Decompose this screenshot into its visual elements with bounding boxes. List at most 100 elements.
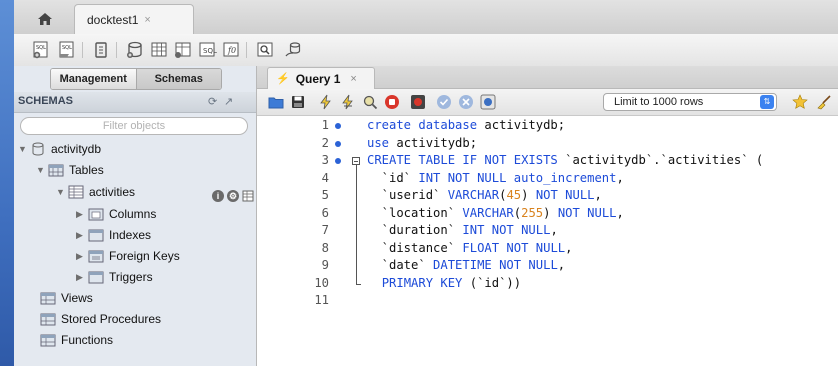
beautify-button[interactable] (815, 93, 833, 111)
line-number: 11 (314, 293, 329, 307)
tree-item-foreign-keys[interactable]: ▶ Foreign Keys (76, 246, 180, 266)
statement-marker-icon (335, 140, 341, 147)
sql-keyword: create database (367, 118, 478, 132)
table-data-icon[interactable] (242, 190, 254, 205)
disclosure-open-icon[interactable]: ▼ (36, 165, 46, 175)
lightning-icon (320, 94, 331, 110)
triggers-folder-icon (88, 270, 104, 284)
star-icon (792, 94, 808, 109)
tree-item-triggers[interactable]: ▶ Triggers (76, 267, 153, 287)
close-icon[interactable]: × (144, 14, 150, 26)
search-table-data-button[interactable] (254, 39, 276, 61)
commit-button[interactable] (435, 93, 453, 111)
sql-keyword: VARCHAR (447, 188, 500, 202)
disclosure-open-icon[interactable]: ▼ (18, 144, 28, 154)
code-line[interactable]: CREATE TABLE IF NOT EXISTS `activitydb`.… (367, 153, 763, 167)
open-sql-file-button[interactable]: SQL (56, 39, 78, 61)
sql-text: ) (543, 205, 558, 220)
schema-filter-input[interactable]: Filter objects (20, 117, 248, 135)
tree-item-schema[interactable]: ▼ activitydb (18, 139, 101, 159)
save-button[interactable] (289, 93, 307, 111)
create-view-button[interactable] (172, 39, 194, 61)
disclosure-closed-icon[interactable]: ▶ (76, 209, 86, 220)
code-line[interactable]: PRIMARY KEY (`id`)) (367, 276, 521, 290)
info-icon[interactable]: i (212, 190, 224, 202)
stored-procedures-folder-icon (40, 312, 56, 326)
rollback-button[interactable] (457, 93, 475, 111)
broom-icon (817, 95, 831, 110)
navigator-segmented-control: Management Schemas (50, 68, 222, 90)
create-table-button[interactable] (148, 39, 170, 61)
sql-keyword: use (367, 135, 390, 150)
sql-text: , (550, 223, 558, 237)
code-line[interactable]: `distance` FLOAT NOT NULL, (367, 240, 573, 255)
open-sql-file-icon: SQL (59, 41, 74, 58)
reconnect-button[interactable] (282, 39, 304, 61)
disclosure-closed-icon[interactable]: ▶ (76, 251, 86, 262)
new-sql-tab-button[interactable]: SQL (30, 39, 52, 61)
sql-keyword: FLOAT NOT NULL (462, 240, 566, 255)
connection-tab-label: docktest1 (87, 12, 139, 27)
line-number: 2 (321, 135, 329, 150)
add-snippet-button[interactable] (791, 93, 809, 111)
open-file-button[interactable] (267, 93, 285, 111)
sql-editor[interactable]: 1 2 3 4 5 6 7 8 9 10 11 create database activitydb… (257, 116, 838, 366)
home-button[interactable] (30, 8, 60, 30)
management-tab[interactable]: Management (51, 69, 136, 89)
code-line[interactable]: `date` DATETIME NOT NULL, (367, 258, 565, 272)
refresh-icon[interactable]: ⟳ (208, 95, 217, 108)
explain-button[interactable] (361, 93, 379, 111)
tree-item-views[interactable]: Views (38, 288, 93, 308)
tree-item-functions[interactable]: Functions (38, 330, 113, 350)
functions-label: Functions (61, 333, 114, 347)
execute-current-button[interactable] (339, 93, 357, 111)
code-line[interactable]: `userid` VARCHAR(45) NOT NULL, (367, 188, 602, 202)
svg-text:SQL: SQL (36, 45, 46, 51)
close-icon[interactable]: × (350, 73, 356, 85)
code-line[interactable]: `duration` INT NOT NULL, (367, 223, 558, 237)
code-line[interactable]: `id` INT NOT NULL auto_increment, (367, 171, 624, 185)
inspector-button[interactable] (90, 39, 112, 61)
code-line[interactable]: create database activitydb; (367, 118, 565, 132)
sql-text: , (616, 205, 624, 220)
sql-keyword: INT NOT NULL (462, 223, 551, 237)
tree-item-table-activities[interactable]: ▼ activities (56, 182, 135, 202)
sql-keyword: VARCHAR (462, 205, 514, 220)
line-number: 8 (321, 240, 329, 255)
code-line[interactable]: use activitydb; (367, 136, 477, 150)
sql-text: , (557, 258, 566, 272)
svg-text:SQL: SQL (203, 47, 217, 55)
tree-item-tables[interactable]: ▼ Tables (36, 160, 104, 180)
stored-procedures-label: Stored Procedures (61, 312, 162, 326)
query-tab[interactable]: ⚡ Query 1 × (267, 67, 375, 89)
schemas-tab[interactable]: Schemas (135, 69, 221, 89)
sql-text: (`id`)) (462, 275, 522, 290)
autocommit-button[interactable] (479, 93, 497, 111)
create-schema-button[interactable] (124, 39, 146, 61)
stop-button[interactable] (383, 93, 401, 111)
tree-item-indexes[interactable]: ▶ Indexes (76, 225, 151, 245)
tree-item-stored-procedures[interactable]: Stored Procedures (38, 309, 161, 329)
disclosure-closed-icon[interactable]: ▶ (76, 272, 86, 283)
home-icon (38, 13, 52, 25)
create-function-button[interactable]: f0 (220, 39, 242, 61)
expand-panel-icon[interactable]: ↗ (224, 95, 233, 108)
chevron-updown-icon: ⇅ (760, 95, 774, 109)
fold-toggle-icon[interactable] (352, 157, 360, 165)
connection-tab[interactable]: docktest1 × (74, 4, 194, 34)
stop-on-error-button[interactable] (409, 93, 427, 111)
views-folder-icon (40, 291, 56, 305)
create-procedure-button[interactable]: SQL (196, 39, 218, 61)
sql-editor-toolbar: Limit to 1000 rows ⇅ (257, 89, 838, 116)
limit-rows-select[interactable]: Limit to 1000 rows ⇅ (603, 93, 777, 111)
disclosure-closed-icon[interactable]: ▶ (76, 230, 86, 241)
create-view-icon (175, 42, 191, 58)
execute-button[interactable] (317, 93, 335, 111)
foreign-keys-folder-icon (88, 249, 104, 263)
sql-text: `duration` (367, 223, 463, 237)
settings-wrench-icon[interactable]: ⚙ (227, 190, 239, 202)
code-line[interactable]: `location` VARCHAR(255) NOT NULL, (367, 206, 624, 220)
tree-item-columns[interactable]: ▶ Columns (76, 204, 156, 224)
disclosure-open-icon[interactable]: ▼ (56, 187, 66, 197)
